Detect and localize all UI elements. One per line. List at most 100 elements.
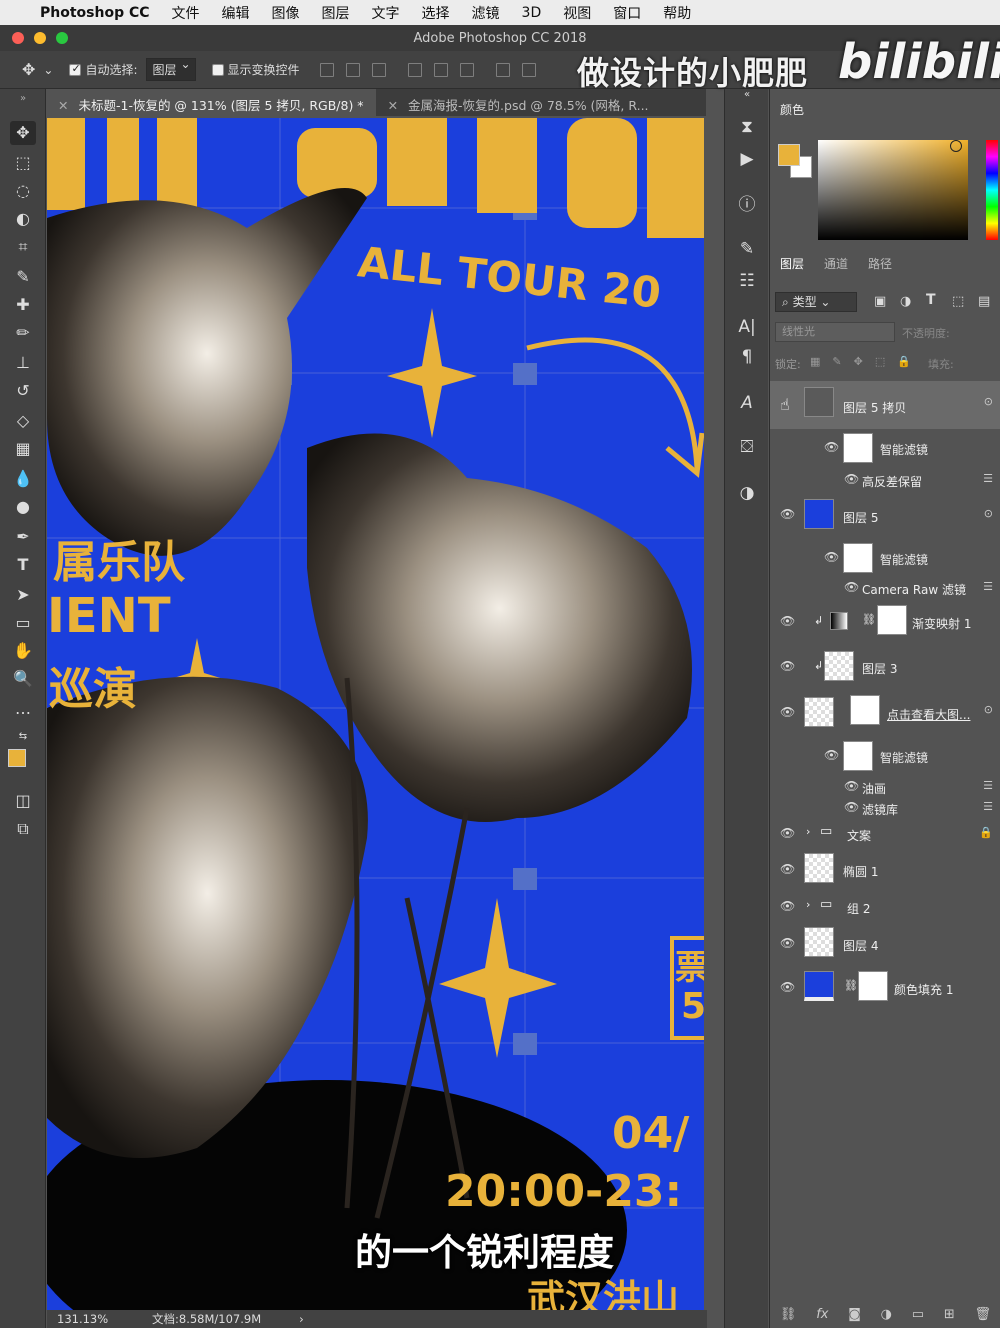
filter-shape-icon[interactable]: ⬚	[952, 294, 964, 309]
marquee-tool-icon[interactable]: ⬚	[10, 151, 36, 175]
move-tool-icon[interactable]: ✥	[10, 121, 36, 145]
eye-icon[interactable]: 👁	[844, 800, 859, 814]
minimize-window-button[interactable]	[34, 32, 46, 44]
layer-row[interactable]: 👁 › ▭ 组 2	[770, 895, 1000, 919]
layer-row[interactable]: 👁 高反差保留 ☰	[770, 469, 1000, 491]
eye-icon[interactable]: 👁	[844, 472, 859, 486]
hand-tool-icon[interactable]: ✋	[10, 639, 36, 663]
layer-name[interactable]: 渐变映射 1	[912, 615, 971, 632]
auto-select-dropdown[interactable]: 图层	[145, 57, 196, 81]
layer-name[interactable]: 智能滤镜	[880, 551, 928, 568]
layer-row[interactable]: 👁 智能滤镜	[770, 539, 1000, 577]
expand-chevron-icon[interactable]: ›	[806, 898, 810, 911]
layer-name[interactable]: 智能滤镜	[880, 441, 928, 458]
clone-stamp-tool-icon[interactable]: ⊥	[10, 351, 36, 375]
align-vcenter-icon[interactable]	[345, 62, 360, 77]
filter-options-icon[interactable]: ☰	[983, 779, 993, 792]
layer-name[interactable]: 智能滤镜	[880, 749, 928, 766]
layer-row[interactable]: ☝ 图层 5 拷贝 ⊙	[770, 381, 1000, 429]
eye-icon[interactable]: 👁	[780, 705, 795, 719]
color-picker-field[interactable]	[818, 140, 968, 240]
eye-icon[interactable]: 👁	[844, 779, 859, 793]
eye-icon[interactable]: 👁	[780, 862, 795, 876]
color-picker-handle[interactable]	[950, 140, 962, 152]
menu-image[interactable]: 图像	[272, 3, 300, 23]
layer-name[interactable]: 颜色填充 1	[894, 981, 953, 998]
tool-preset-chevron-icon[interactable]: ⌄	[43, 63, 53, 77]
layer-name[interactable]: 图层 5 拷贝	[843, 399, 906, 416]
menu-help[interactable]: 帮助	[663, 3, 691, 23]
menu-layer[interactable]: 图层	[322, 3, 350, 23]
info-panel-icon[interactable]: ⓘ	[735, 193, 759, 217]
blend-mode-dropdown[interactable]: 线性光	[775, 322, 895, 342]
collapse-toolbar-icon[interactable]: »	[10, 93, 36, 117]
layer-name[interactable]: 文案	[847, 827, 871, 844]
layer-filter-dropdown[interactable]: ⌕ 类型 ⌄	[775, 292, 857, 312]
tab-layers[interactable]: 图层	[780, 255, 804, 279]
eye-icon[interactable]: 👁	[824, 440, 839, 454]
tab-paths[interactable]: 路径	[868, 255, 892, 279]
layer-row[interactable]: 👁 油画 ☰	[770, 777, 1000, 797]
layer-row[interactable]: 👁 点击查看大图... ⊙	[770, 691, 1000, 735]
eye-icon[interactable]: 👁	[780, 899, 795, 913]
lock-icons[interactable]: ▦✎✥⬚🔒	[810, 355, 923, 368]
quick-mask-icon[interactable]: ◫	[10, 789, 36, 813]
tab-document-1[interactable]: ✕ 未标题-1-恢复的 @ 131% (图层 5 拷贝, RGB/8) *	[46, 89, 376, 116]
foreground-color-swatch[interactable]	[778, 144, 800, 166]
swap-colors-icon[interactable]: ⇆	[10, 725, 36, 749]
filter-adjustment-icon[interactable]: ◑	[900, 294, 911, 309]
layer-name[interactable]: 图层 4	[843, 937, 878, 954]
more-tools-icon[interactable]: …	[10, 697, 36, 721]
history-brush-tool-icon[interactable]: ↺	[10, 379, 36, 403]
status-menu-icon[interactable]: ›	[299, 1312, 304, 1326]
menu-filter[interactable]: 滤镜	[472, 3, 500, 23]
layer-row[interactable]: 👁 ↲ 图层 3	[770, 647, 1000, 689]
layer-name[interactable]: 高反差保留	[862, 473, 922, 490]
blur-tool-icon[interactable]: 💧	[10, 467, 36, 491]
eye-icon[interactable]: 👁	[844, 580, 859, 594]
document-canvas[interactable]: ALL TOUR 20 属乐队 IENT 巡演 票 5 04/ 20:00-23…	[47, 118, 704, 1310]
tab-channels[interactable]: 通道	[824, 255, 848, 279]
menu-edit[interactable]: 编辑	[222, 3, 250, 23]
pen-tool-icon[interactable]: ✒	[10, 525, 36, 549]
eye-icon[interactable]: 👁	[780, 614, 795, 628]
move-tool-icon[interactable]: ✥	[22, 60, 35, 79]
layer-row[interactable]: 👁 滤镜库 ☰	[770, 798, 1000, 818]
zoom-level[interactable]: 131.13%	[57, 1312, 152, 1326]
properties-panel-icon[interactable]: ◑	[735, 481, 759, 505]
align-hcenter-icon[interactable]	[433, 62, 448, 77]
layer-row[interactable]: 👁 图层 4	[770, 925, 1000, 963]
layer-style-icon[interactable]: fx	[816, 1307, 828, 1322]
menu-select[interactable]: 选择	[422, 3, 450, 23]
foreground-color-swatch[interactable]	[8, 749, 26, 767]
layer-row[interactable]: 👁 ↲ ⛓ 渐变映射 1	[770, 603, 1000, 643]
filter-smartobject-icon[interactable]: ▤	[978, 294, 990, 309]
crop-tool-icon[interactable]: ⌗	[10, 235, 36, 259]
layer-name[interactable]: 图层 3	[862, 660, 897, 677]
menu-file[interactable]: 文件	[172, 3, 200, 23]
menu-window[interactable]: 窗口	[613, 3, 641, 23]
filter-type-icon[interactable]: T	[926, 292, 936, 308]
new-group-icon[interactable]: ▭	[912, 1307, 924, 1322]
layer-name[interactable]: 点击查看大图...	[887, 706, 970, 723]
layer-name[interactable]: 滤镜库	[862, 801, 898, 818]
rectangle-tool-icon[interactable]: ▭	[10, 611, 36, 635]
align-top-icon[interactable]	[319, 62, 334, 77]
layer-row[interactable]: 👁 ⛓ 颜色填充 1	[770, 969, 1000, 1007]
app-menu[interactable]: Photoshop CC	[40, 5, 150, 21]
brush-settings-icon[interactable]: ✎	[735, 237, 759, 261]
new-layer-icon[interactable]: ⊞	[944, 1307, 955, 1322]
zoom-window-button[interactable]	[56, 32, 68, 44]
character-panel-icon[interactable]: A|	[735, 315, 759, 339]
layer-name[interactable]: 图层 5	[843, 509, 878, 526]
healing-brush-tool-icon[interactable]: ✚	[10, 293, 36, 317]
trash-icon[interactable]: 🗑	[975, 1307, 992, 1322]
eye-icon[interactable]: 👁	[780, 826, 795, 840]
dodge-tool-icon[interactable]: ●	[10, 495, 36, 519]
layer-row[interactable]: 👁 图层 5 ⊙	[770, 493, 1000, 539]
eye-icon[interactable]: 👁	[824, 550, 839, 564]
history-panel-icon[interactable]: ⧗	[735, 115, 759, 139]
collapse-panels-icon[interactable]: «	[735, 89, 759, 101]
close-icon[interactable]: ✕	[58, 98, 68, 113]
menu-3d[interactable]: 3D	[522, 5, 542, 21]
